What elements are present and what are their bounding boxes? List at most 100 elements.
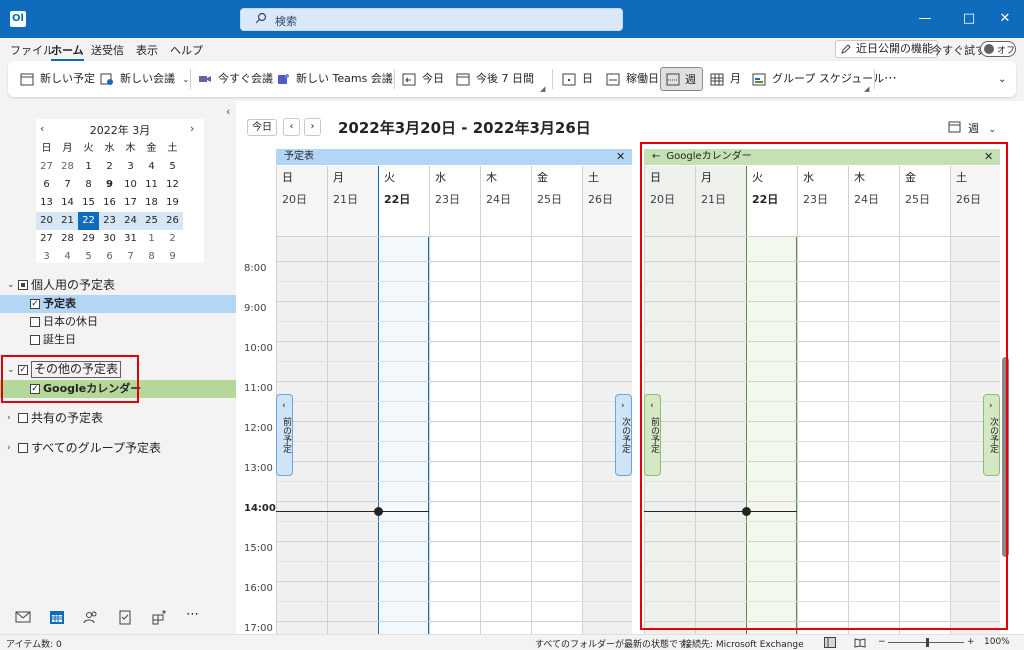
panel-header[interactable]: 予定表 (276, 149, 632, 165)
today-button[interactable]: 今日 (247, 119, 277, 136)
mini-day[interactable]: 4 (57, 248, 78, 266)
mini-day[interactable]: 9 (162, 248, 183, 266)
folder-japan-holidays[interactable]: 日本の休日 (0, 313, 236, 331)
work-week-view-button[interactable]: 稼働日 (606, 67, 659, 91)
group-checkbox[interactable] (18, 280, 28, 290)
week-view-button[interactable]: 週 (660, 67, 703, 91)
mini-day[interactable]: 8 (141, 248, 162, 266)
mini-day[interactable]: 7 (120, 248, 141, 266)
collapse-sidebar-icon[interactable]: ‹ (226, 105, 230, 118)
next-appointment-tab[interactable]: › 次の予定 (615, 394, 632, 476)
group-personal-calendars[interactable]: ⌄ 個人用の予定表 (0, 276, 236, 294)
today-ribbon-button[interactable]: 今日 (402, 67, 444, 91)
menu-view[interactable]: 表示 (136, 42, 158, 58)
mini-day[interactable]: 26 (162, 212, 183, 230)
day-header[interactable]: 木 24日 (480, 166, 531, 236)
try-now-toggle[interactable]: オフ (980, 41, 1016, 57)
day-column[interactable] (429, 237, 480, 650)
mini-day[interactable]: 5 (78, 248, 99, 266)
more-options-button[interactable]: ⋯ (884, 67, 897, 91)
month-view-button[interactable]: 月 (710, 67, 741, 91)
new-appointment-button[interactable]: 新しい予定 (20, 67, 95, 91)
day-header[interactable]: 金 25日 (531, 166, 582, 236)
ribbon-collapse-icon[interactable]: ⌄ (998, 73, 1006, 97)
next-7-days-button[interactable]: 今後 7 日間 (456, 67, 534, 91)
mini-day[interactable]: 16 (99, 194, 120, 212)
close-panel-icon[interactable]: ✕ (616, 149, 625, 165)
folder-calendar[interactable]: 予定表 (0, 295, 236, 313)
group-shared-calendars[interactable]: › 共有の予定表 (0, 409, 236, 427)
day-column[interactable] (327, 237, 378, 650)
zoom-slider-knob[interactable] (926, 638, 929, 647)
people-icon[interactable] (83, 609, 99, 625)
chevron-right-icon[interactable]: › (7, 409, 11, 427)
day-column[interactable] (378, 237, 429, 650)
upcoming-features-button[interactable]: 近日公開の機能 (835, 40, 938, 58)
new-teams-meeting-button[interactable]: 新しい Teams 会議 (276, 67, 393, 91)
mini-day[interactable]: 27 (36, 230, 57, 248)
group-checkbox[interactable] (18, 443, 28, 453)
mini-day[interactable]: 19 (162, 194, 183, 212)
mini-day[interactable]: 11 (141, 176, 162, 194)
menu-file[interactable]: ファイル (10, 42, 54, 58)
close-button[interactable]: ✕ (996, 10, 1014, 28)
mini-day[interactable]: 1 (141, 230, 162, 248)
mini-day[interactable]: 8 (78, 176, 99, 194)
search-input[interactable]: 検索 (240, 8, 623, 31)
meet-now-button[interactable]: 今すぐ会議 (198, 67, 273, 91)
mini-day[interactable]: 20 (36, 212, 57, 230)
day-header[interactable]: 土 26日 (582, 166, 632, 236)
group-launcher-icon[interactable]: ◢ (540, 85, 545, 93)
mini-day[interactable]: 10 (120, 176, 141, 194)
prev-week-button[interactable]: ‹ (283, 118, 300, 136)
mini-day[interactable]: 31 (120, 230, 141, 248)
mini-day[interactable]: 18 (141, 194, 162, 212)
maximize-button[interactable]: □ (960, 10, 978, 28)
minimize-button[interactable]: — (916, 10, 934, 28)
folder-checkbox[interactable] (30, 299, 40, 309)
folder-birthdays[interactable]: 誕生日 (0, 331, 236, 349)
mini-day[interactable]: 13 (36, 194, 57, 212)
menu-help[interactable]: ヘルプ (170, 42, 203, 58)
mini-day[interactable]: 22 (78, 212, 99, 230)
mini-day[interactable]: 28 (57, 158, 78, 176)
day-header[interactable]: 日 20日 (276, 166, 327, 236)
tasks-icon[interactable] (117, 609, 133, 625)
day-header[interactable]: 火 22日 (378, 166, 429, 236)
mini-day[interactable]: 4 (141, 158, 162, 176)
mini-day[interactable]: 28 (57, 230, 78, 248)
mini-day[interactable]: 3 (120, 158, 141, 176)
day-header[interactable]: 水 23日 (429, 166, 480, 236)
reading-view-icon[interactable] (854, 637, 866, 648)
mini-day[interactable]: 9 (99, 176, 120, 194)
mini-day[interactable]: 27 (36, 158, 57, 176)
mini-day[interactable]: 29 (78, 230, 99, 248)
mini-day[interactable]: 2 (99, 158, 120, 176)
folder-checkbox[interactable] (30, 335, 40, 345)
mini-day[interactable]: 3 (36, 248, 57, 266)
calendar-nav-icon[interactable] (49, 609, 65, 625)
zoom-in-button[interactable]: + (967, 637, 975, 647)
chevron-down-icon[interactable]: ⌄ (7, 276, 15, 294)
mini-day[interactable]: 5 (162, 158, 183, 176)
mini-day[interactable]: 6 (36, 176, 57, 194)
mini-day[interactable]: 25 (141, 212, 162, 230)
menu-send-receive[interactable]: 送受信 (91, 42, 124, 58)
mini-day[interactable]: 15 (78, 194, 99, 212)
mini-day[interactable]: 17 (120, 194, 141, 212)
mini-day[interactable]: 30 (99, 230, 120, 248)
more-apps-icon[interactable]: ⋯ (186, 608, 202, 625)
mini-next-month-icon[interactable]: › (190, 122, 194, 135)
menu-home[interactable]: ホーム (51, 42, 84, 61)
mini-day[interactable]: 12 (162, 176, 183, 194)
mini-day[interactable]: 6 (99, 248, 120, 266)
next-week-button[interactable]: › (304, 118, 321, 136)
normal-view-icon[interactable] (824, 637, 836, 648)
group-checkbox[interactable] (18, 413, 28, 423)
mini-day[interactable]: 14 (57, 194, 78, 212)
zoom-out-button[interactable]: − (878, 637, 886, 647)
chevron-right-icon[interactable]: › (7, 439, 11, 457)
folder-checkbox[interactable] (30, 317, 40, 327)
day-view-button[interactable]: 日 (562, 67, 593, 91)
mail-icon[interactable] (15, 609, 31, 625)
